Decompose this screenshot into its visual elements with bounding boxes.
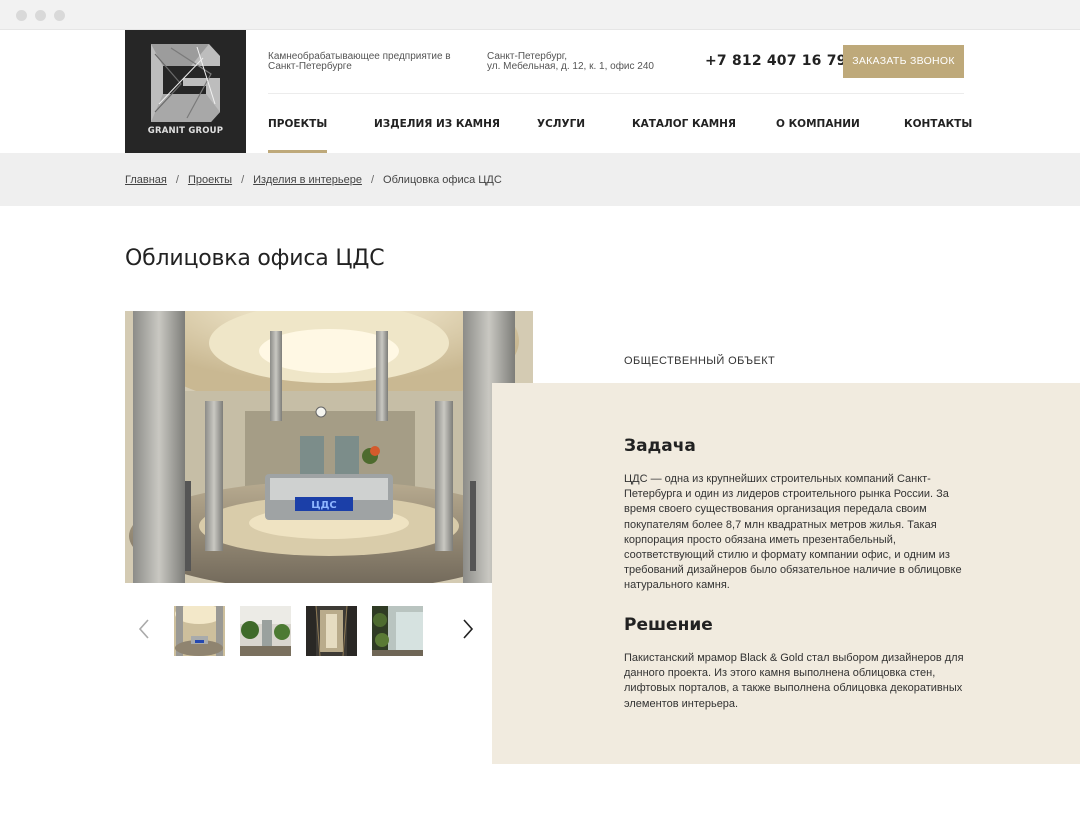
window-minimize-icon[interactable] bbox=[35, 10, 46, 21]
nav-item-about[interactable]: О КОМПАНИИ bbox=[776, 94, 860, 153]
callback-button[interactable]: ЗАКАЗАТЬ ЗВОНОК bbox=[843, 45, 964, 78]
breadcrumb-separator: / bbox=[370, 174, 375, 186]
nav-item-services[interactable]: УСЛУГИ bbox=[537, 94, 585, 153]
nav-item-stone-catalog[interactable]: КАТАЛОГ КАМНЯ bbox=[632, 94, 736, 153]
breadcrumb-projects-link[interactable]: Проекты bbox=[188, 174, 232, 186]
gallery-thumbnail[interactable] bbox=[174, 606, 225, 656]
main-project-photo[interactable]: ЦДС bbox=[125, 311, 533, 583]
project-category: ОБЩЕСТВЕННЫЙ ОБЪЕКТ bbox=[624, 355, 776, 367]
nav-item-stone-products[interactable]: ИЗДЕЛИЯ ИЗ КАМНЯ bbox=[374, 94, 500, 153]
solution-text: Пакистанский мрамор Black & Gold стал вы… bbox=[624, 652, 964, 710]
address-line-2: ул. Мебельная, д. 12, к. 1, офис 240 bbox=[487, 61, 654, 72]
breadcrumb: Главная / Проекты / Изделия в интерьере / Обли… bbox=[125, 174, 502, 186]
office-lobby-image: ЦДС bbox=[125, 311, 533, 583]
breadcrumb-current: Облицовка офиса ЦДС bbox=[383, 174, 502, 186]
nav-item-contacts[interactable]: КОНТАКТЫ bbox=[904, 94, 972, 153]
breadcrumb-separator: / bbox=[241, 174, 245, 186]
nav-item-projects[interactable]: ПРОЕКТЫ bbox=[268, 94, 328, 153]
browser-chrome bbox=[0, 0, 1080, 30]
task-text: ЦДС — одна из крупнейших строительных ко… bbox=[624, 473, 962, 592]
chevron-left-icon[interactable] bbox=[133, 617, 157, 641]
window-maximize-icon[interactable] bbox=[54, 10, 65, 21]
breadcrumb-separator: / bbox=[175, 174, 179, 186]
company-address: Санкт-Петербург, ул. Мебельная, д. 12, к… bbox=[487, 52, 687, 72]
gallery-thumbnail[interactable] bbox=[306, 606, 357, 656]
page-title: Облицовка офиса ЦДС bbox=[125, 246, 385, 271]
solution-heading: Решение bbox=[624, 615, 713, 635]
breadcrumb-home-link[interactable]: Главная bbox=[125, 174, 167, 186]
cds-sign: ЦДС bbox=[311, 500, 337, 511]
logo[interactable]: GRANIT GROUP bbox=[125, 30, 246, 153]
phone-number[interactable]: +7 812 407 16 79 bbox=[705, 53, 847, 69]
task-heading: Задача bbox=[624, 436, 696, 456]
main-nav: ПРОЕКТЫ ИЗДЕЛИЯ ИЗ КАМНЯ УСЛУГИ КАТАЛОГ … bbox=[268, 94, 972, 153]
gallery-thumbnail[interactable] bbox=[372, 606, 423, 656]
window-close-icon[interactable] bbox=[16, 10, 27, 21]
granit-g-logo-icon bbox=[151, 44, 220, 122]
chevron-right-icon[interactable] bbox=[455, 617, 479, 641]
gallery-thumbnail[interactable] bbox=[240, 606, 291, 656]
company-tagline: Камнеобрабатывающее предприятие в Санкт-… bbox=[268, 51, 451, 72]
breadcrumb-interior-link[interactable]: Изделия в интерьере bbox=[253, 174, 362, 186]
logo-text: GRANIT GROUP bbox=[147, 126, 224, 136]
